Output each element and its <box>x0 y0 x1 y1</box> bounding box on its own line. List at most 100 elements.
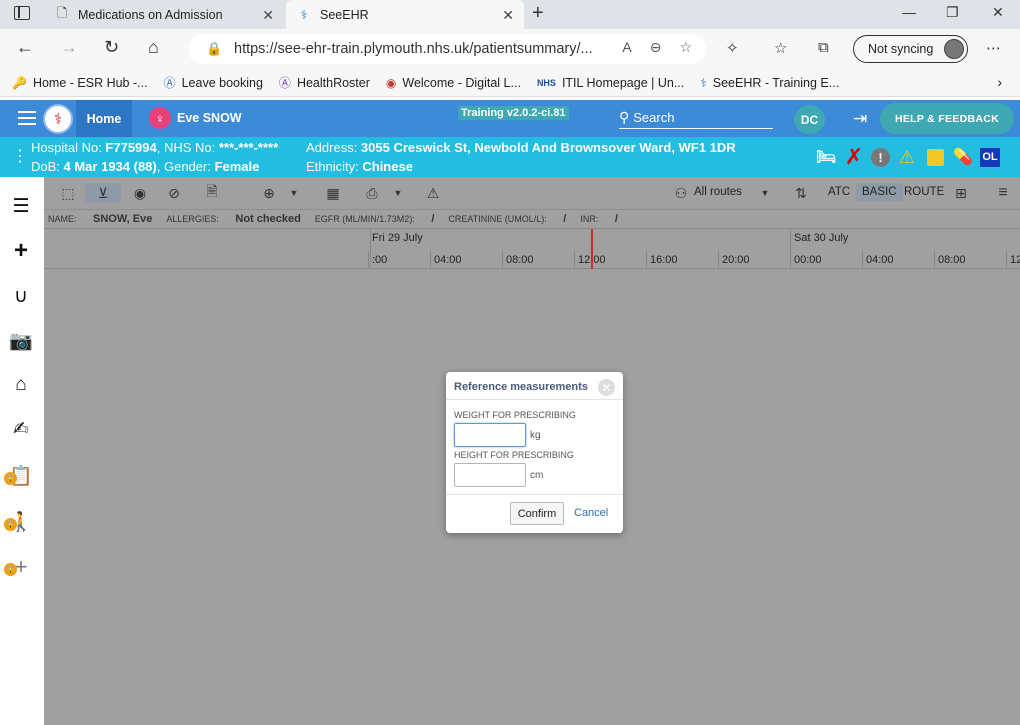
collections-icon[interactable]: ⧉ <box>818 39 829 56</box>
cancel-link[interactable]: Cancel <box>574 507 608 519</box>
vertical-dots-icon[interactable]: ⋮ <box>12 149 28 165</box>
atc-tab[interactable]: ATC <box>828 186 850 198</box>
fav-label: Home - ESR Hub -... <box>32 75 148 90</box>
chevron-right-icon[interactable]: › <box>997 74 1002 90</box>
timeline-spacer <box>44 229 371 269</box>
ol-badge[interactable]: OL <box>980 147 1000 167</box>
chevron-down-icon[interactable]: ▼ <box>392 183 404 203</box>
height-input[interactable] <box>454 463 526 487</box>
warning-outline-icon[interactable]: ⚠ <box>424 183 442 203</box>
signature-icon[interactable]: ✍ <box>9 417 33 441</box>
fav-esr-hub[interactable]: 🔑 Home - ESR Hub -... <box>12 76 148 90</box>
tab-title: SeeEHR <box>320 7 369 22</box>
edit-icon[interactable]: ⬚ <box>60 183 76 203</box>
bed-icon[interactable]: 🛏 <box>815 147 837 167</box>
close-icon[interactable]: ✕ <box>502 7 514 24</box>
seeehr-icon: ⚕ <box>300 8 308 22</box>
restore-icon[interactable]: ❐ <box>946 4 959 21</box>
url-text: https://see-ehr-train.plymouth.nhs.uk/pa… <box>234 41 593 57</box>
weight-input[interactable] <box>454 423 526 447</box>
grid-icon[interactable]: ⊞ <box>953 183 969 203</box>
info-allergies: ALLERGIES: Not checked <box>166 213 300 225</box>
window-close-icon[interactable]: ✕ <box>992 4 1004 21</box>
fav-healthroster[interactable]: Ⓐ HealthRoster <box>279 74 370 91</box>
eye-icon[interactable]: ◉ <box>132 183 148 203</box>
fav-itil[interactable]: NHS ITIL Homepage | Un... <box>537 76 684 90</box>
pill-outline-icon[interactable]: ⊘ <box>166 183 182 203</box>
plus-icon[interactable]: + <box>9 237 33 264</box>
minimize-icon[interactable]: — <box>902 4 916 20</box>
patient-summary-line: NAME: SNOW, Eve ALLERGIES: Not checked E… <box>44 210 1020 228</box>
seeehr-logo: ⚕ <box>43 104 73 134</box>
tab-actions-icon[interactable] <box>14 6 30 20</box>
route-tab[interactable]: ROUTE <box>904 186 944 198</box>
calendar-add-icon[interactable]: ▦ <box>324 183 342 203</box>
favorite-star-icon[interactable]: ☆ <box>679 39 692 56</box>
name-label: NAME: <box>48 214 77 224</box>
hamburger-menu-icon[interactable] <box>18 111 36 125</box>
search-field[interactable]: ⚲ Search <box>619 107 773 129</box>
print-icon[interactable]: ⎙ <box>362 183 382 203</box>
fav-seeehr-training[interactable]: ⚕ SeeEHR - Training E... <box>700 76 839 90</box>
ethnicity-info: Ethnicity: Chinese <box>306 159 413 174</box>
chevron-down-icon[interactable]: ▼ <box>288 183 300 203</box>
inr-value: / <box>614 213 618 225</box>
read-aloud-icon[interactable]: A <box>622 39 631 56</box>
fav-welcome-digital[interactable]: ◉ Welcome - Digital L... <box>386 76 521 90</box>
egfr-label: EGFR (ML/MIN/1.73M2): <box>314 214 415 224</box>
camera-icon[interactable]: 📷 <box>9 329 33 353</box>
extensions-icon[interactable]: ✧ <box>726 39 739 57</box>
documents-icon[interactable] <box>924 147 946 167</box>
more-icon[interactable]: ⋯ <box>986 39 1001 57</box>
zoom-icon[interactable]: ⊖ <box>650 39 662 56</box>
tab-seeehr[interactable]: ⚕ SeeEHR ✕ <box>286 0 524 29</box>
patient-info-bar: ⋮ Hospital No: F775994, NHS No: ***-***-… <box>0 137 1020 177</box>
creatinine-value: / <box>563 213 567 225</box>
refresh-icon[interactable]: ↻ <box>104 37 119 58</box>
basic-tab[interactable]: BASIC <box>856 183 903 201</box>
dob-info: DoB: 4 Mar 1934 (88), Gender: Female <box>31 159 259 174</box>
close-icon[interactable]: ✕ <box>598 379 615 396</box>
confirm-button[interactable]: Confirm <box>510 502 564 525</box>
inr-label: INR: <box>580 214 599 224</box>
admin-hand-icon[interactable]: ⊻ <box>85 183 121 203</box>
allergies-value: Not checked <box>235 213 301 225</box>
hour-label: 20:00 <box>718 251 790 269</box>
home-button[interactable]: Home <box>76 100 132 137</box>
sync-label: Not syncing <box>868 42 934 56</box>
patient-name[interactable]: Eve SNOW <box>177 111 242 125</box>
help-feedback-button[interactable]: HELP & FEEDBACK <box>880 103 1014 134</box>
add-medication-icon[interactable]: ⊕ <box>259 183 279 203</box>
gender-label: , Gender: <box>156 159 215 174</box>
sort-icon[interactable]: ⇅ <box>793 183 809 203</box>
new-tab-icon[interactable]: + <box>532 2 544 25</box>
document-icon[interactable]: 🗎 <box>204 183 220 203</box>
chevron-down-icon[interactable]: ▼ <box>759 183 771 203</box>
red-x-icon[interactable]: ✗ <box>843 144 865 169</box>
warning-icon[interactable]: ⚠ <box>896 147 918 167</box>
logout-icon[interactable]: ⇥ <box>853 109 867 129</box>
routes-select[interactable]: All routes <box>694 186 742 198</box>
tab-medications[interactable]: 🗋 Medications on Admission ✕ <box>44 0 284 29</box>
favorites-icon[interactable]: ☆ <box>774 39 787 57</box>
fav-leave-booking[interactable]: Ⓐ Leave booking <box>164 74 263 91</box>
home-icon[interactable]: ⌂ <box>148 37 159 58</box>
url-bar[interactable]: 🔒 https://see-ehr-train.plymouth.nhs.uk/… <box>188 34 706 64</box>
user-avatar[interactable]: DC <box>794 105 825 134</box>
stethoscope-icon[interactable]: ∪ <box>9 284 33 308</box>
list-icon[interactable]: ☰ <box>9 194 33 218</box>
female-patient-icon: ♀ <box>149 107 171 129</box>
egfr-value: / <box>431 213 435 225</box>
dob-label: DoB: <box>31 159 64 174</box>
pill-icon[interactable]: 💊 <box>952 147 974 167</box>
menu-icon[interactable]: ≡ <box>994 183 1012 203</box>
leave-icon: Ⓐ <box>163 76 176 90</box>
hour-label: 08:00 <box>934 251 1006 269</box>
home-plus-icon[interactable]: ⌂ <box>9 373 33 397</box>
exclamation-icon[interactable]: ! <box>871 147 890 167</box>
forward-icon[interactable]: → <box>60 37 78 58</box>
back-icon[interactable]: ← <box>16 37 34 58</box>
height-label: HEIGHT FOR PRESCRIBING <box>454 450 574 460</box>
close-icon[interactable]: ✕ <box>262 7 274 24</box>
sync-button[interactable]: Not syncing <box>853 35 968 63</box>
